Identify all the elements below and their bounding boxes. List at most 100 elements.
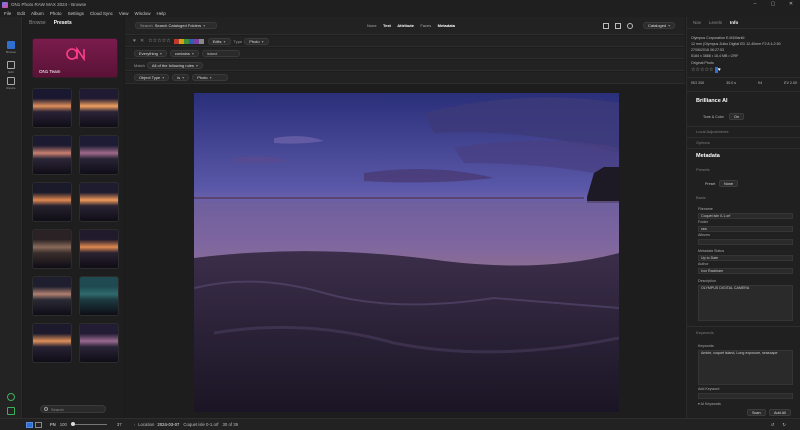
local-adjustments-label[interactable]: Local Adjustments bbox=[696, 129, 728, 134]
filmstrip-layout-icon[interactable] bbox=[35, 421, 42, 428]
resize-module-button[interactable]: Resize bbox=[0, 77, 22, 90]
preset-thumbnail[interactable] bbox=[79, 276, 119, 316]
menu-settings[interactable]: Settings bbox=[68, 11, 84, 16]
tab-attribute[interactable]: Attribute bbox=[397, 23, 414, 28]
rule2-value-dropdown[interactable]: Photo bbox=[192, 74, 229, 81]
tab-metadata[interactable]: Metadata bbox=[438, 23, 455, 28]
menu-view[interactable]: View bbox=[119, 11, 129, 16]
rating-stars[interactable]: ☆☆☆☆☆ bbox=[148, 38, 170, 44]
type-dropdown[interactable]: Photo bbox=[244, 37, 269, 45]
catalog-dropdown[interactable]: Cataloged bbox=[642, 22, 676, 29]
preset-thumbnail[interactable] bbox=[79, 88, 119, 128]
preset-thumbnail-image bbox=[33, 183, 71, 221]
preset-search-input[interactable]: Search bbox=[40, 405, 106, 413]
cloud-sync-button[interactable] bbox=[0, 393, 22, 401]
preset-thumbnail[interactable] bbox=[32, 323, 72, 363]
tone-color-label: Tone & Color bbox=[703, 115, 724, 119]
preset-thumbnail[interactable] bbox=[32, 276, 72, 316]
menu-photo[interactable]: Photo bbox=[50, 11, 62, 16]
author-field[interactable]: Ivor Rackham bbox=[698, 268, 793, 274]
rule-value-input[interactable]: island bbox=[201, 49, 240, 57]
preset-thumbnail[interactable] bbox=[79, 135, 119, 175]
slider-handle[interactable] bbox=[70, 422, 75, 426]
rule-operator-dropdown[interactable]: contains bbox=[169, 49, 199, 57]
maximize-button[interactable]: ▢ bbox=[764, 0, 782, 9]
scan-button[interactable]: Scan bbox=[747, 409, 766, 416]
sort-label[interactable]: FN bbox=[50, 422, 56, 427]
minimize-button[interactable]: – bbox=[746, 0, 764, 9]
search-scope-value: Search Cataloged Folders bbox=[155, 23, 206, 28]
page-info: 30 of 39 bbox=[222, 422, 239, 427]
info-rating-stars[interactable]: ☆☆☆☆☆ ■♥ bbox=[691, 67, 721, 73]
menu-album[interactable]: Album bbox=[31, 11, 44, 16]
menu-bar: File Edit Album Photo Settings Cloud Syn… bbox=[0, 9, 800, 17]
status-bar: FN 100 37 ‹ Location 2024-03-07 Coquet i… bbox=[0, 418, 800, 430]
tab-none[interactable]: None bbox=[367, 23, 377, 28]
options-label[interactable]: Options bbox=[696, 140, 710, 145]
description-field[interactable]: OLYMPUS DIGITAL CAMERA bbox=[698, 285, 793, 321]
rule2-field-dropdown[interactable]: Object Type bbox=[134, 74, 170, 81]
view-mode-icons bbox=[602, 22, 633, 29]
divider bbox=[687, 77, 800, 78]
preset-thumbnail-image bbox=[80, 89, 118, 127]
rotate-left-icon[interactable]: ↺ bbox=[771, 422, 775, 428]
preset-dropdown[interactable]: None bbox=[719, 180, 739, 187]
location-label: Location bbox=[138, 422, 155, 427]
preset-thumbnail[interactable] bbox=[79, 182, 119, 222]
export-button[interactable] bbox=[0, 407, 22, 415]
tab-levels[interactable]: Levels bbox=[709, 20, 722, 25]
preset-thumbnail[interactable] bbox=[79, 323, 119, 363]
tab-text[interactable]: Text bbox=[383, 23, 391, 28]
albums-field[interactable] bbox=[698, 239, 793, 245]
browse-module-button[interactable]: Browse bbox=[0, 41, 22, 54]
location-back-icon[interactable]: ‹ bbox=[134, 422, 135, 427]
window-title: ON1 Photo RAW MAX 2024 - Browse bbox=[11, 2, 87, 7]
heart-icon[interactable]: ♥ bbox=[133, 38, 136, 44]
tab-browse[interactable]: Browse bbox=[29, 20, 46, 26]
author-label: Author bbox=[698, 262, 709, 266]
compare-view-icon[interactable] bbox=[614, 22, 621, 29]
edit-module-button[interactable]: Edit bbox=[0, 61, 22, 74]
rule2-operator-dropdown[interactable]: is bbox=[172, 74, 190, 81]
tone-color-dropdown[interactable]: On bbox=[729, 113, 745, 120]
rotate-right-icon[interactable]: ↻ bbox=[782, 422, 786, 428]
photo-preview[interactable] bbox=[194, 93, 619, 412]
folder-field[interactable]: raw bbox=[698, 226, 793, 232]
menu-file[interactable]: File bbox=[4, 11, 11, 16]
close-button[interactable]: ✕ bbox=[782, 0, 800, 9]
rule-field-dropdown[interactable]: Everything bbox=[134, 49, 167, 57]
thumbnail-size-slider[interactable] bbox=[70, 422, 107, 426]
search-scope-dropdown[interactable]: Search Search Cataloged Folders bbox=[135, 22, 217, 29]
tab-nav[interactable]: Nav bbox=[693, 20, 701, 25]
brightness-icon[interactable] bbox=[626, 22, 633, 29]
preset-thumbnail[interactable] bbox=[32, 135, 72, 175]
filename-field[interactable]: Coquet isle 0-1.orf bbox=[698, 213, 793, 219]
location-date[interactable]: 2024-03-07 bbox=[157, 422, 179, 427]
preset-thumbnail-image bbox=[80, 230, 118, 268]
preset-thumbnail[interactable] bbox=[32, 182, 72, 222]
tab-presets[interactable]: Presets bbox=[54, 20, 72, 26]
edits-dropdown[interactable]: Edits bbox=[207, 37, 231, 45]
ai-keywords-toggle[interactable]: ▾ AI Keywords bbox=[698, 402, 721, 406]
presets-label: Presets bbox=[696, 167, 710, 172]
menu-edit[interactable]: Edit bbox=[17, 11, 25, 16]
menu-cloud-sync[interactable]: Cloud Sync bbox=[90, 11, 113, 16]
title-bar: ON1 Photo RAW MAX 2024 - Browse – ▢ ✕ bbox=[0, 0, 800, 9]
tab-faces[interactable]: Faces bbox=[420, 23, 431, 28]
match-dropdown[interactable]: All of the following rules bbox=[146, 61, 203, 69]
add-all-button[interactable]: Add All bbox=[769, 409, 791, 416]
grid-layout-icon[interactable] bbox=[26, 421, 33, 428]
preset-thumbnail[interactable] bbox=[79, 229, 119, 269]
rejected-icon[interactable]: ✕ bbox=[140, 38, 144, 44]
tab-info[interactable]: Info bbox=[730, 20, 738, 25]
cloud-icon bbox=[7, 393, 15, 401]
add-keyword-input[interactable] bbox=[698, 393, 793, 399]
featured-preset-category[interactable]: ON1 Team bbox=[32, 38, 118, 78]
preset-thumbnail[interactable] bbox=[32, 88, 72, 128]
menu-window[interactable]: Window bbox=[135, 11, 151, 16]
grid-view-icon[interactable] bbox=[602, 22, 609, 29]
color-labels[interactable] bbox=[173, 38, 204, 44]
keywords-field[interactable]: Amble, coquet island, Long exposure, sea… bbox=[698, 350, 793, 385]
preset-thumbnail[interactable] bbox=[32, 229, 72, 269]
menu-help[interactable]: Help bbox=[157, 11, 166, 16]
